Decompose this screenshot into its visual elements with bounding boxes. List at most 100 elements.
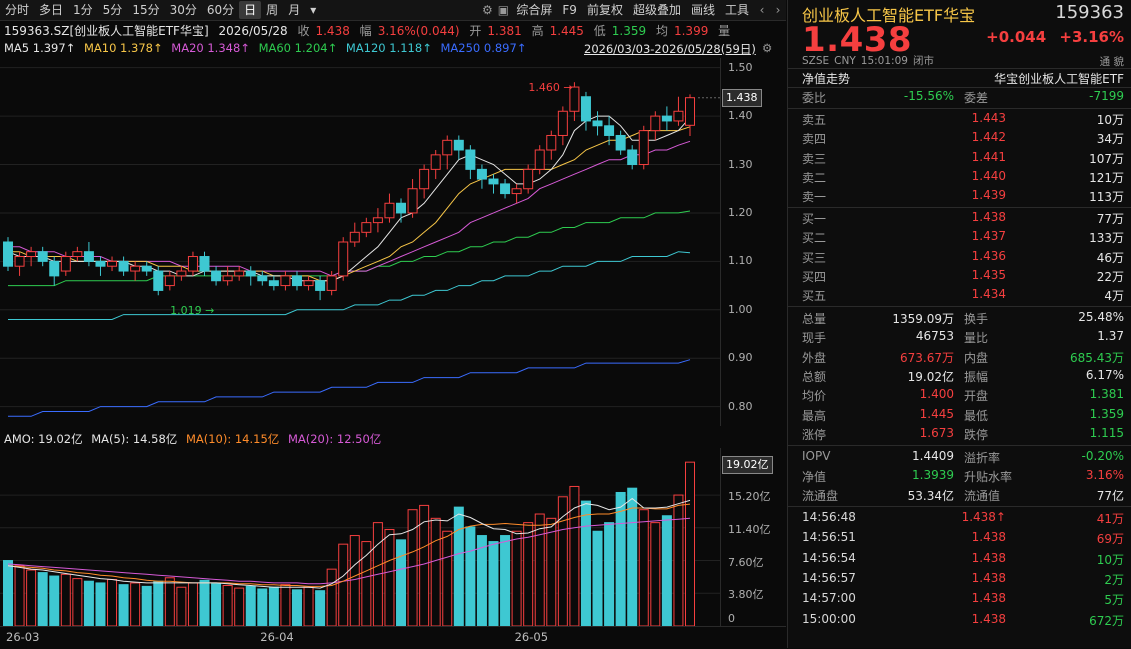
candle-body[interactable] [326,275,337,291]
period-tab-4[interactable]: 15分 [127,1,164,19]
candle-body[interactable] [500,183,511,195]
volume-bar[interactable] [280,584,291,626]
more-periods-dropdown[interactable]: ▾ [305,1,321,19]
candle-body[interactable] [315,280,326,291]
volume-bar[interactable] [268,586,279,626]
candle-body[interactable] [407,188,418,214]
candle-body[interactable] [557,110,568,136]
volume-bar[interactable] [199,579,210,626]
candle-body[interactable] [164,275,175,287]
volume-bar[interactable] [349,535,360,626]
period-tab-5[interactable]: 30分 [165,1,202,19]
candle-body[interactable] [384,202,395,219]
volume-bar[interactable] [534,513,545,626]
ask-row[interactable]: 卖三 1.441 107万 [788,148,1131,167]
wp-icon[interactable]: ▣ [495,2,511,18]
period-tab-0[interactable]: 分时 [0,1,34,19]
bid-row[interactable]: 买一 1.438 77万 [788,208,1131,227]
candle-body[interactable] [3,241,13,267]
candle-body[interactable] [638,130,649,166]
settings-gear-icon[interactable]: ⚙ [762,41,772,55]
candle-body[interactable] [60,256,71,272]
ask-row[interactable]: 卖二 1.440 121万 [788,167,1131,186]
volume-bar[interactable] [511,530,522,626]
candle-body[interactable] [187,256,198,272]
chevron-right-icon[interactable]: › [770,2,786,18]
candle-body[interactable] [14,256,25,267]
nav-trend-link[interactable]: 净值走势 [802,70,850,87]
candle-body[interactable] [234,270,245,277]
volume-bar[interactable] [500,535,511,626]
candle-body[interactable] [627,149,638,166]
candle-body[interactable] [95,260,106,267]
candle-body[interactable] [534,149,545,170]
volume-bar[interactable] [3,560,13,626]
volume-bar[interactable] [153,580,164,626]
volume-bar[interactable] [476,535,487,626]
tick-row[interactable]: 14:56:51 1.438 69万 [788,528,1131,548]
candle-body[interactable] [580,96,591,122]
candle-body[interactable] [396,202,407,214]
tick-row[interactable]: 14:56:54 1.438 10万 [788,549,1131,569]
candle-body[interactable] [453,139,464,151]
candle-body[interactable] [118,260,129,272]
volume-bar[interactable] [257,588,268,626]
period-tab-6[interactable]: 60分 [202,1,239,19]
volume-bar[interactable] [234,587,245,626]
candle-body[interactable] [361,222,372,233]
bid-row[interactable]: 买五 1.434 4万 [788,285,1131,304]
candle-body[interactable] [303,280,314,287]
volume-bar[interactable] [453,506,464,626]
volume-bar[interactable] [361,541,372,626]
volume-bar[interactable] [488,541,499,626]
candle-body[interactable] [615,134,626,151]
candle-body[interactable] [372,217,383,224]
nav-row[interactable]: 净值走势 华宝创业板人工智能ETF [788,68,1131,87]
volume-chart[interactable] [0,448,720,626]
volume-bar[interactable] [638,509,649,626]
volume-bar[interactable] [141,585,152,626]
volume-bar[interactable] [465,526,476,626]
volume-bar[interactable] [291,589,302,626]
candle-body[interactable] [476,168,487,180]
candle-body[interactable] [211,270,222,282]
volume-bar[interactable] [315,590,326,626]
tick-row[interactable]: 15:00:00 1.438 672万 [788,610,1131,630]
bid-row[interactable]: 买三 1.436 46万 [788,247,1131,266]
volume-bar[interactable] [107,578,118,626]
volume-bar[interactable] [384,529,395,626]
volume-bar[interactable] [49,575,60,626]
period-tab-8[interactable]: 周 [261,1,283,19]
candle-body[interactable] [72,251,83,258]
period-tab-2[interactable]: 1分 [68,1,98,19]
toolbar-item-3[interactable]: 超级叠加 [628,1,686,19]
volume-bar[interactable] [72,578,83,626]
volume-bar[interactable] [338,543,349,626]
candle-body[interactable] [222,275,233,282]
volume-bar[interactable] [245,585,256,626]
candle-body[interactable] [49,260,60,277]
candle-body[interactable] [26,251,37,258]
candle-body[interactable] [37,251,48,262]
candle-body[interactable] [338,241,349,277]
tick-row[interactable]: 14:57:00 1.438 5万 [788,589,1131,609]
volume-bar[interactable] [661,515,672,626]
candle-body[interactable] [604,125,615,136]
volume-bar[interactable] [211,583,222,626]
toolbar-item-5[interactable]: 工具 [720,1,754,19]
volume-bar[interactable] [83,580,94,626]
candle-body[interactable] [83,251,94,262]
candle-body[interactable] [141,265,152,272]
period-tab-9[interactable]: 月 [283,1,305,19]
candle-body[interactable] [245,270,256,277]
gear-icon[interactable]: ⚙ [479,2,495,18]
candle-body[interactable] [442,139,453,156]
chevron-left-icon[interactable]: ‹ [754,2,770,18]
candlestick-chart[interactable]: 1.460 → 1.019 → [0,58,720,426]
volume-bar[interactable] [650,522,661,626]
volume-bar[interactable] [685,461,695,626]
candle-body[interactable] [107,260,118,267]
candle-body[interactable] [268,280,279,287]
candle-body[interactable] [257,275,268,282]
volume-bar[interactable] [176,586,187,626]
